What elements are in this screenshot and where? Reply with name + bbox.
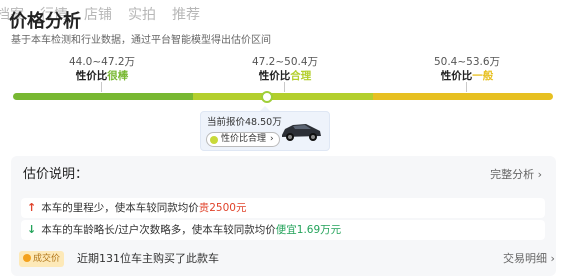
range-value: 44.0~47.2万 — [68, 56, 136, 68]
tab-recommend[interactable]: 推荐 — [172, 4, 200, 26]
current-price-label: 当前报价48.50万 — [207, 117, 282, 128]
range-label: 性价比一般 — [412, 69, 522, 83]
verdict-dot-icon — [210, 135, 218, 144]
deal-price-badge: 成交价 — [19, 251, 65, 267]
explanation-title: 估价说明： — [23, 167, 89, 182]
chevron-right-icon: › — [550, 252, 555, 265]
transaction-details-label: 交易明细 — [503, 252, 547, 265]
full-analysis-link[interactable]: 完整分析 › — [490, 168, 542, 182]
explanation-item-age: ↓ 本车的车龄略长/过户次数略多，使本车较同款均价 便宜1.69万元 — [21, 220, 545, 240]
explanation-delta: 便宜1.69万元 — [275, 224, 342, 236]
range-label-prefix: 性价比 — [440, 70, 473, 82]
range-tick — [466, 82, 467, 92]
chevron-right-icon: › — [537, 168, 542, 181]
car-thumbnail-icon — [282, 124, 321, 141]
price-range-good: 44.0~47.2万 性价比很棒 — [47, 56, 157, 83]
range-label-prefix: 性价比 — [258, 70, 291, 82]
range-value: 50.4~53.6万 — [433, 56, 501, 68]
arrow-up-icon: ↑ — [27, 201, 37, 214]
range-label: 性价比很棒 — [47, 69, 157, 83]
bar-segment-good — [13, 93, 193, 100]
explanation-item-mileage: ↑ 本车的里程少，使本车较同款均价 贵2500元 — [21, 198, 545, 218]
transaction-details-link[interactable]: 交易明细 › — [503, 249, 555, 269]
tab-store[interactable]: 店铺 — [84, 4, 112, 26]
price-range-average: 50.4~53.6万 性价比一般 — [412, 56, 522, 83]
coin-icon — [23, 254, 31, 262]
recent-buyers-text: 近期131位车主购买了此款车 — [77, 252, 219, 265]
current-price-card[interactable]: 当前报价48.50万 性价比合理 › — [200, 111, 330, 151]
section-subtitle: 基于本车检测和行业数据，通过平台智能模型得出估价区间 — [11, 35, 271, 46]
tab-photos[interactable]: 实拍 — [128, 4, 156, 26]
range-label-highlight: 一般 — [472, 70, 494, 82]
range-tick — [284, 82, 285, 92]
range-label-highlight: 合理 — [290, 70, 312, 82]
range-label: 性价比合理 — [230, 69, 340, 83]
deal-price-badge-label: 成交价 — [33, 254, 61, 264]
bar-segment-average — [373, 93, 553, 100]
full-analysis-label: 完整分析 — [490, 168, 535, 181]
value-verdict-pill[interactable]: 性价比合理 › — [206, 132, 280, 147]
arrow-down-icon: ↓ — [27, 223, 37, 236]
transactions-row[interactable]: 成交价 近期131位车主购买了此款车 交易明细 › — [11, 249, 556, 269]
price-range-bar — [13, 93, 553, 100]
range-value: 47.2~50.4万 — [251, 56, 319, 68]
range-label-highlight: 很棒 — [107, 70, 129, 82]
current-price-marker — [261, 91, 273, 103]
section-title: 价格分析 — [9, 11, 81, 32]
verdict-text: 性价比合理 — [221, 134, 267, 144]
explanation-text: 本车的车龄略长/过户次数略多，使本车较同款均价 — [41, 224, 276, 236]
price-range-fair: 47.2~50.4万 性价比合理 — [230, 56, 340, 83]
range-tick — [101, 82, 102, 92]
explanation-delta: 贵2500元 — [198, 202, 247, 214]
chevron-right-icon: › — [270, 134, 274, 144]
explanation-text: 本车的里程少，使本车较同款均价 — [41, 202, 199, 214]
bar-segment-fair — [193, 93, 373, 100]
range-label-prefix: 性价比 — [75, 70, 108, 82]
